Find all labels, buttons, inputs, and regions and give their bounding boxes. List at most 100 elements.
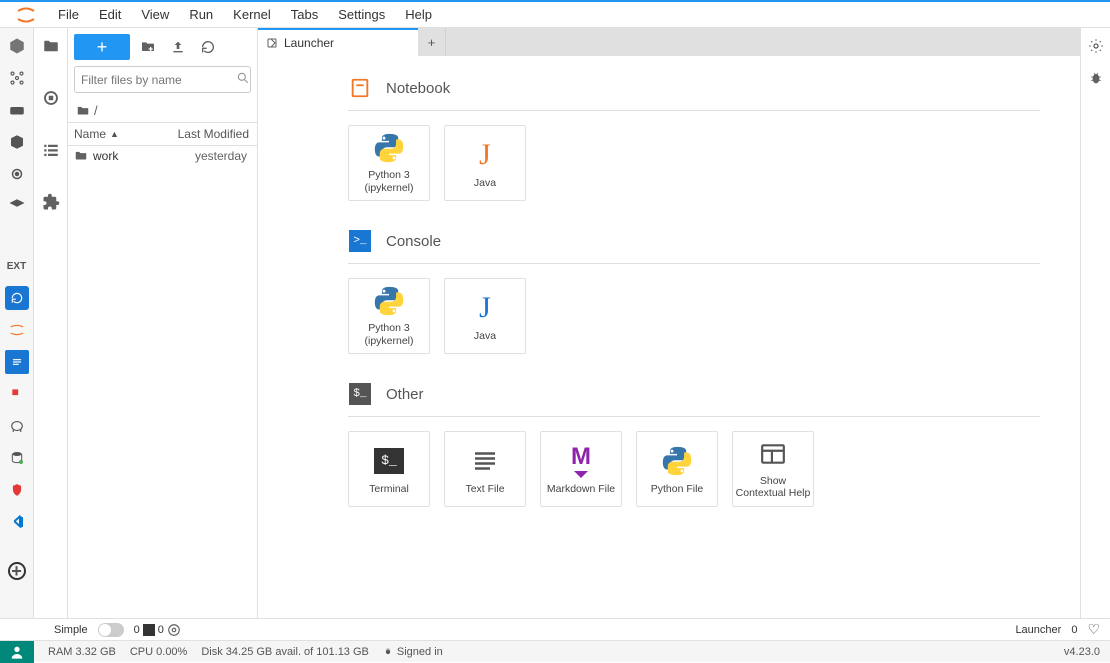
rail-tag-icon[interactable] (5, 382, 29, 406)
rail-add-icon[interactable]: + (8, 562, 26, 580)
right-rail (1080, 28, 1110, 618)
python-icon (371, 284, 407, 318)
status-bar-upper: Simple 0 0 Launcher 0 ♡ (0, 618, 1110, 640)
python-icon (371, 131, 407, 165)
tab-add-button[interactable]: + (418, 28, 446, 56)
simple-label: Simple (54, 624, 88, 636)
rail-box-icon[interactable] (5, 130, 29, 154)
menu-view[interactable]: View (131, 3, 179, 26)
rail-ext[interactable]: EXT (5, 254, 29, 278)
rail-cap-icon[interactable] (5, 194, 29, 218)
status-launcher-count: 0 (1071, 624, 1077, 636)
file-name: work (93, 149, 118, 163)
rail-doc-icon[interactable] (5, 350, 29, 374)
kernel-count: 0 (134, 624, 140, 636)
refresh-icon[interactable] (196, 35, 220, 59)
launcher-card-textfile[interactable]: Text File (444, 431, 526, 507)
launcher-card-notebook-python[interactable]: Python 3 (ipykernel) (348, 125, 430, 201)
card-label: Python 3 (ipykernel) (351, 169, 427, 194)
status-ram: RAM 3.32 GB (48, 646, 116, 658)
console-section-title: Console (386, 233, 441, 250)
activity-folder-icon[interactable] (39, 34, 63, 58)
activity-extensions-icon[interactable] (39, 190, 63, 214)
rail-target-icon[interactable] (5, 162, 29, 186)
launcher-card-console-java[interactable]: J Java (444, 278, 526, 354)
other-section-title: Other (386, 386, 424, 403)
menu-settings[interactable]: Settings (328, 3, 395, 26)
filter-input[interactable] (81, 73, 236, 87)
console-section-icon: >_ (348, 229, 372, 253)
jupyter-logo[interactable] (12, 5, 40, 25)
settings-icon[interactable] (167, 623, 181, 637)
menu-help[interactable]: Help (395, 3, 442, 26)
status-bar-lower: RAM 3.32 GB CPU 0.00% Disk 34.25 GB avai… (0, 640, 1110, 662)
menu-tabs[interactable]: Tabs (281, 3, 328, 26)
card-label: Terminal (369, 483, 409, 496)
simple-toggle[interactable] (98, 623, 124, 637)
rail-scatter-icon[interactable] (5, 66, 29, 90)
new-folder-icon[interactable] (136, 35, 160, 59)
file-browser: + / Name ▲ Last Modified work yesterday (68, 28, 258, 618)
java-icon: J (467, 137, 503, 173)
search-icon (236, 71, 250, 88)
other-section-icon: $_ (348, 382, 372, 406)
upload-icon[interactable] (166, 35, 190, 59)
launcher-card-console-python[interactable]: Python 3 (ipykernel) (348, 278, 430, 354)
card-label: Markdown File (547, 483, 615, 496)
launcher-card-terminal[interactable]: $_ Terminal (348, 431, 430, 507)
status-disk: Disk 34.25 GB avail. of 101.13 GB (201, 646, 369, 658)
tab-launcher[interactable]: Launcher (258, 28, 418, 56)
menu-run[interactable]: Run (179, 3, 223, 26)
notebook-section-title: Notebook (386, 80, 450, 97)
launcher-panel: Notebook Python 3 (ipykernel) J Java >_ (258, 56, 1080, 618)
new-launcher-button[interactable]: + (74, 34, 130, 60)
property-inspector-icon[interactable] (1086, 36, 1106, 56)
card-label: Python 3 (ipykernel) (351, 322, 427, 347)
java-icon: J (467, 290, 503, 326)
python-icon (659, 443, 695, 479)
menu-file[interactable]: File (48, 3, 89, 26)
activity-running-icon[interactable] (39, 86, 63, 110)
terminal-icon: $_ (371, 443, 407, 479)
launcher-card-contexthelp[interactable]: Show Contextual Help (732, 431, 814, 507)
rail-cube-icon[interactable] (5, 34, 29, 58)
tab-bar: Launcher + (258, 28, 1080, 56)
rail-shield-icon[interactable] (5, 478, 29, 502)
rail-db-icon[interactable] (5, 446, 29, 470)
card-label: Text File (465, 483, 504, 496)
status-launcher-name: Launcher (1015, 624, 1061, 636)
menubar: File Edit View Run Kernel Tabs Settings … (0, 2, 1110, 28)
menu-edit[interactable]: Edit (89, 3, 131, 26)
tab-label: Launcher (284, 36, 334, 50)
file-modified: yesterday (195, 149, 251, 163)
terminal-count: 0 (158, 624, 164, 636)
rail-storage-icon[interactable] (5, 98, 29, 122)
notebook-section-icon (348, 76, 372, 100)
launcher-card-notebook-java[interactable]: J Java (444, 125, 526, 201)
terminal-status-icon (143, 624, 155, 636)
jupyterhub-badge[interactable] (0, 641, 34, 663)
status-version: v4.23.0 (1064, 646, 1110, 658)
rail-refresh-icon[interactable] (5, 286, 29, 310)
status-cpu: CPU 0.00% (130, 646, 187, 658)
activity-toc-icon[interactable] (39, 138, 63, 162)
breadcrumb[interactable]: / (68, 99, 257, 122)
rail-jupyter-icon[interactable] (5, 318, 29, 342)
card-label: Java (474, 177, 496, 190)
launcher-card-pythonfile[interactable]: Python File (636, 431, 718, 507)
plug-icon (383, 647, 393, 657)
file-row[interactable]: work yesterday (68, 146, 257, 166)
rail-vscode-icon[interactable] (5, 510, 29, 534)
activity-bar (34, 28, 68, 618)
status-signed-in: Signed in (383, 646, 443, 658)
column-name[interactable]: Name ▲ (68, 123, 172, 145)
launcher-card-markdown[interactable]: M Markdown File (540, 431, 622, 507)
rail-elephant-icon[interactable] (5, 414, 29, 438)
notification-bell-icon[interactable]: ♡ (1087, 621, 1100, 638)
column-modified[interactable]: Last Modified (172, 123, 257, 145)
debugger-icon[interactable] (1086, 68, 1106, 88)
menu-kernel[interactable]: Kernel (223, 3, 281, 26)
folder-icon (74, 149, 88, 163)
left-rail: EXT + (0, 28, 34, 618)
breadcrumb-root[interactable]: / (94, 103, 98, 118)
